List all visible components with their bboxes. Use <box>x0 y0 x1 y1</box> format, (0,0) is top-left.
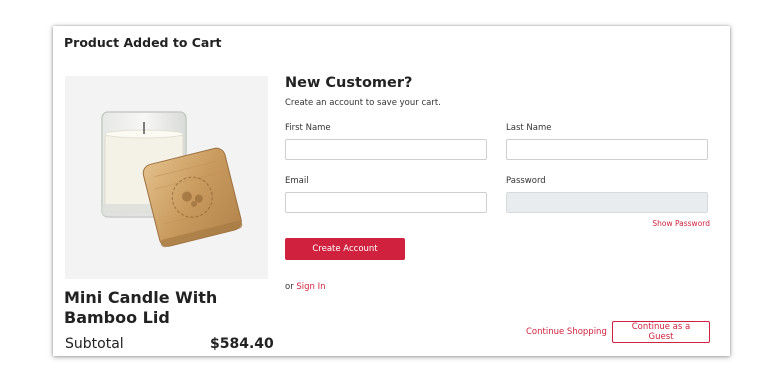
continue-shopping-link[interactable]: Continue Shopping <box>526 327 607 337</box>
product-image <box>65 76 268 279</box>
subtotal-value: $584.40 <box>210 336 274 352</box>
email-label: Email <box>285 176 309 186</box>
create-account-button[interactable]: Create Account <box>285 238 405 260</box>
last-name-label: Last Name <box>506 123 552 133</box>
show-password-link[interactable]: Show Password <box>613 219 710 228</box>
candle-icon <box>101 111 243 248</box>
first-name-label: First Name <box>285 123 331 133</box>
sign-in-row: or Sign In <box>285 282 326 292</box>
or-text: or <box>285 282 294 292</box>
password-field[interactable] <box>506 192 708 213</box>
continue-as-guest-button[interactable]: Continue as a Guest <box>612 321 710 343</box>
new-customer-subheading: Create an account to save your cart. <box>285 98 441 108</box>
add-to-cart-modal: Product Added to Cart Mini Candle With B… <box>53 26 730 356</box>
email-field[interactable] <box>285 192 487 213</box>
first-name-field[interactable] <box>285 139 487 160</box>
new-customer-heading: New Customer? <box>285 75 413 91</box>
product-name: Mini Candle With Bamboo Lid <box>64 288 218 327</box>
subtotal-label: Subtotal <box>65 336 124 352</box>
password-label: Password <box>506 176 546 186</box>
modal-title: Product Added to Cart <box>64 35 222 50</box>
last-name-field[interactable] <box>506 139 708 160</box>
sign-in-link[interactable]: Sign In <box>296 282 325 292</box>
